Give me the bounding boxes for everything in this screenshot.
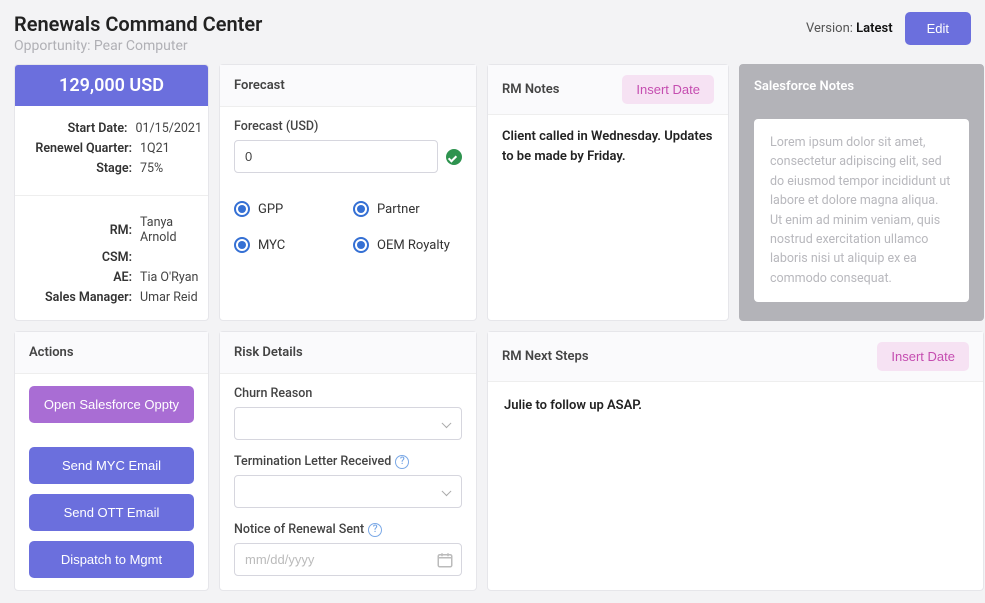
insert-date-button[interactable]: Insert Date (622, 75, 714, 104)
salesforce-notes-title: Salesforce Notes (754, 79, 854, 94)
help-icon[interactable]: ? (395, 455, 409, 469)
radio-dot-icon (353, 201, 369, 217)
churn-reason-label: Churn Reason (234, 386, 462, 401)
rm-next-steps-card: RM Next Steps Insert Date Julie to follo… (487, 331, 984, 591)
edit-button[interactable]: Edit (905, 12, 971, 45)
rm-next-steps-text[interactable]: Julie to follow up ASAP. (504, 396, 967, 416)
salesforce-notes-card: Salesforce Notes Lorem ipsum dolor sit a… (739, 64, 984, 321)
notice-renewal-date-input[interactable] (234, 543, 462, 576)
rm-label: RM: (27, 223, 132, 238)
opportunity-subtitle: Opportunity: Pear Computer (14, 38, 262, 54)
forecast-title: Forecast (220, 65, 476, 107)
risk-details-title: Risk Details (220, 332, 476, 374)
termination-letter-select[interactable] (234, 475, 462, 508)
actions-card: Actions Open Salesforce Oppty Send MYC E… (14, 331, 209, 591)
start-date-value: 01/15/2021 (135, 121, 202, 136)
rm-next-steps-title: RM Next Steps (502, 349, 589, 364)
send-ott-email-button[interactable]: Send OTT Email (29, 494, 194, 531)
rm-notes-text[interactable]: Client called in Wednesday. Updates to b… (502, 127, 714, 166)
radio-dot-icon (353, 237, 369, 253)
radio-partner[interactable]: Partner (353, 201, 462, 217)
radio-dot-icon (234, 237, 250, 253)
start-date-label: Start Date: (22, 121, 127, 136)
notice-renewal-label: Notice of Renewal Sent? (234, 522, 462, 537)
sales-manager-label: Sales Manager: (27, 290, 132, 305)
renewal-quarter-label: Renewel Quarter: (27, 141, 132, 156)
open-salesforce-button[interactable]: Open Salesforce Oppty (29, 386, 194, 423)
send-myc-email-button[interactable]: Send MYC Email (29, 447, 194, 484)
check-icon (446, 149, 462, 165)
csm-label: CSM: (27, 250, 132, 265)
renewal-quarter-value: 1Q21 (140, 141, 202, 156)
churn-reason-select[interactable] (234, 407, 462, 440)
dispatch-to-mgmt-button[interactable]: Dispatch to Mgmt (29, 541, 194, 578)
radio-dot-icon (234, 201, 250, 217)
calendar-icon[interactable] (436, 551, 454, 569)
ae-label: AE: (27, 270, 132, 285)
actions-title: Actions (15, 332, 208, 374)
radio-gpp[interactable]: GPP (234, 201, 343, 217)
rm-notes-title: RM Notes (502, 82, 559, 97)
amount-value: 129,000 USD (15, 65, 208, 106)
summary-card: 129,000 USD Start Date: 01/15/2021 Renewe… (14, 64, 209, 321)
radio-oem-royalty[interactable]: OEM Royalty (353, 237, 462, 253)
sales-manager-value: Umar Reid (140, 290, 202, 305)
rm-value: Tanya Arnold (140, 215, 202, 245)
stage-label: Stage: (27, 161, 132, 176)
termination-letter-label: Termination Letter Received? (234, 454, 462, 469)
radio-myc[interactable]: MYC (234, 237, 343, 253)
help-icon[interactable]: ? (368, 523, 382, 537)
forecast-input-label: Forecast (USD) (234, 119, 462, 134)
insert-date-button[interactable]: Insert Date (877, 342, 969, 371)
salesforce-notes-text: Lorem ipsum dolor sit amet, consectetur … (754, 119, 969, 302)
risk-details-card: Risk Details Churn Reason Termination Le… (219, 331, 477, 591)
version-label: Version: Latest (806, 21, 893, 36)
forecast-input[interactable] (234, 140, 438, 173)
rm-notes-card: RM Notes Insert Date Client called in We… (487, 64, 729, 321)
ae-value: Tia O'Ryan (140, 270, 202, 285)
page-title: Renewals Command Center (14, 12, 262, 36)
forecast-card: Forecast Forecast (USD) GPP Partner MYC … (219, 64, 477, 321)
stage-value: 75% (140, 161, 202, 176)
